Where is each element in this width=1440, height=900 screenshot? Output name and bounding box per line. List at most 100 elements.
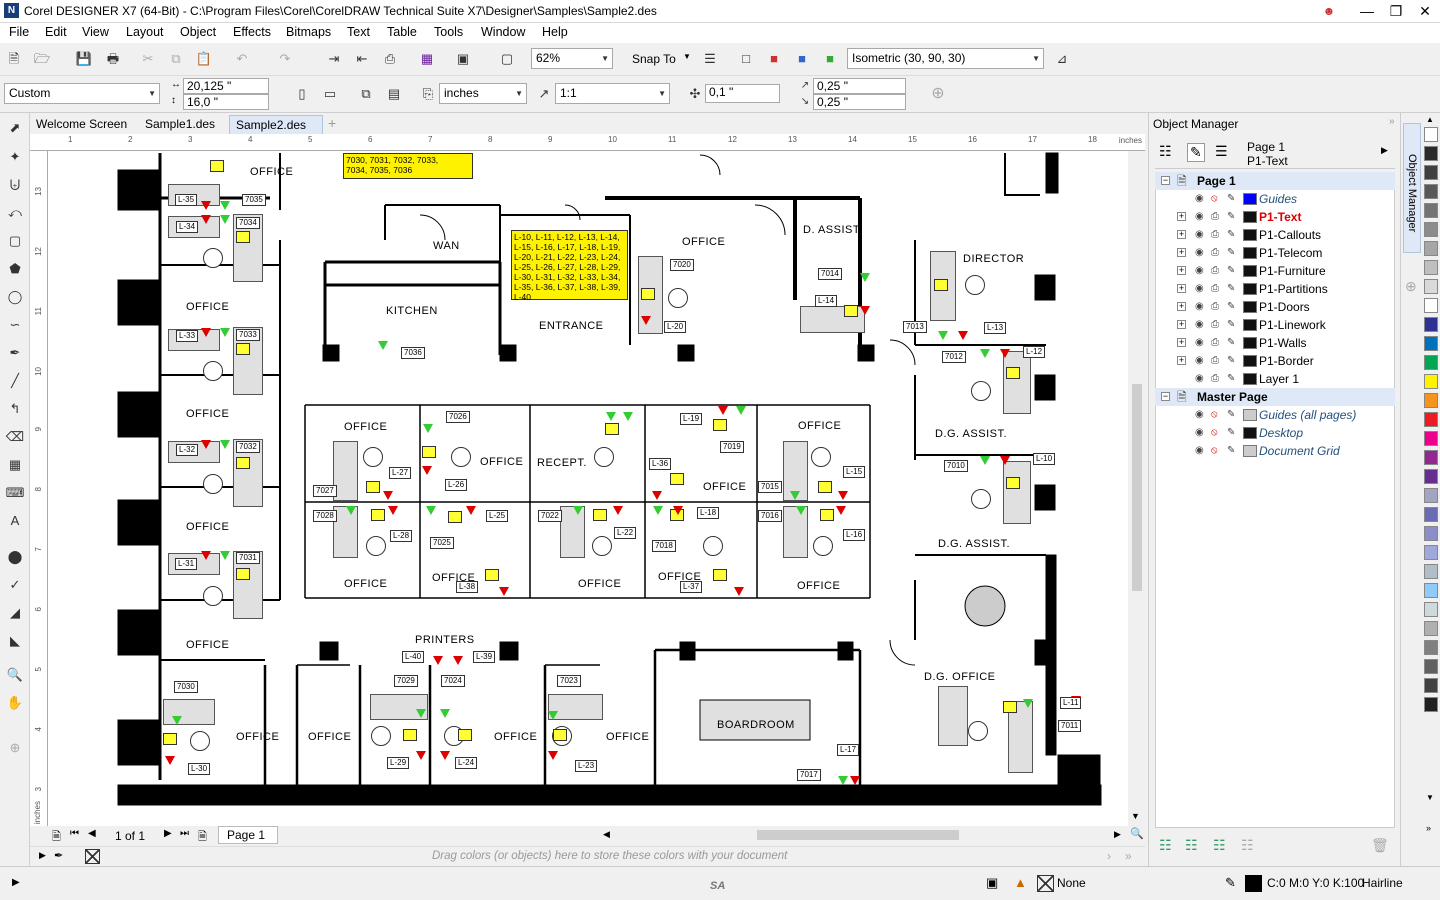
expand-icon[interactable]: +: [1177, 266, 1186, 275]
tab-welcome-screen[interactable]: Welcome Screen: [30, 115, 138, 134]
print-toggle-icon[interactable]: ⦸: [1211, 190, 1218, 208]
callout-tag[interactable]: L-13: [984, 322, 1007, 334]
snap-to-arrow-icon[interactable]: ▼: [683, 52, 691, 61]
redo-icon[interactable]: ↷: [275, 49, 295, 69]
callout-tag[interactable]: L-26: [445, 479, 468, 491]
callout-tag[interactable]: L-31: [175, 558, 198, 570]
expand-icon[interactable]: +: [1177, 338, 1186, 347]
callout-tag[interactable]: 7036: [401, 347, 425, 359]
print-toggle-icon[interactable]: ⦸: [1211, 406, 1218, 424]
color-swatch[interactable]: [1424, 640, 1438, 655]
callout-tag[interactable]: L-20: [664, 321, 687, 333]
layer-row[interactable]: ◉ ⦸ ✎ Guides: [1155, 190, 1395, 208]
edit-toggle-icon[interactable]: ✎: [1227, 424, 1235, 442]
room-label[interactable]: OFFICE: [250, 166, 293, 178]
room-label[interactable]: OFFICE: [703, 481, 746, 493]
layer-manager-view-icon[interactable]: ☰: [1215, 143, 1228, 160]
callout-tag[interactable]: 7023: [557, 675, 581, 687]
page-height-input[interactable]: 16,0 ": [183, 94, 269, 110]
add-page-after-icon[interactable]: 🗎: [198, 828, 207, 847]
color-swatch[interactable]: [1424, 469, 1438, 484]
snap-to-dropdown[interactable]: Snap To: [632, 52, 676, 66]
visibility-eye-icon[interactable]: ◉: [1195, 424, 1204, 442]
layer-color-swatch[interactable]: [1243, 193, 1257, 205]
note-box[interactable]: 7030, 7031, 7032, 7033, 7034, 7035, 7036: [343, 153, 473, 179]
room-label[interactable]: OFFICE: [186, 639, 229, 651]
layer-color-swatch[interactable]: [1243, 283, 1257, 295]
scroll-down-icon[interactable]: ▼: [1131, 811, 1140, 821]
menu-edit[interactable]: Edit: [45, 25, 67, 39]
visibility-eye-icon[interactable]: ◉: [1195, 406, 1204, 424]
visibility-eye-icon[interactable]: ◉: [1195, 190, 1204, 208]
new-master-layer-icon[interactable]: ☷: [1185, 837, 1198, 854]
layer-color-swatch[interactable]: [1243, 301, 1257, 313]
visibility-eye-icon[interactable]: ◉: [1195, 442, 1204, 460]
table-tool-icon[interactable]: ▦: [5, 455, 25, 475]
cube-green-icon[interactable]: ■: [820, 49, 840, 69]
horizontal-scroll-thumb[interactable]: [757, 830, 959, 840]
export-icon[interactable]: ⇤: [352, 49, 372, 69]
edit-toggle-icon[interactable]: ✎: [1227, 208, 1235, 226]
layer-row[interactable]: + ◉ ⎙ ✎ P1-Telecom: [1155, 244, 1395, 262]
room-label[interactable]: WAN: [433, 240, 460, 252]
color-swatch[interactable]: [1424, 127, 1438, 142]
pick-tool-icon[interactable]: ⬈: [5, 118, 25, 138]
expand-icon[interactable]: +: [1177, 320, 1186, 329]
print-toggle-icon[interactable]: ⎙: [1211, 352, 1219, 370]
menu-object[interactable]: Object: [180, 25, 216, 39]
outline-pen-icon[interactable]: ✎: [1225, 875, 1236, 891]
color-swatch[interactable]: [1424, 526, 1438, 541]
layer-row[interactable]: + ◉ ⎙ ✎ P1-Text: [1155, 208, 1395, 226]
eyedropper-icon[interactable]: ✒: [54, 849, 63, 862]
callout-tag[interactable]: L-11: [1060, 697, 1082, 709]
copy-icon[interactable]: ⧉: [166, 49, 186, 69]
callout-tag[interactable]: 7012: [942, 351, 966, 363]
outline-color-swatch[interactable]: [1245, 875, 1262, 892]
rectangle-tool-icon[interactable]: ▢: [5, 231, 25, 251]
print-toggle-icon[interactable]: ⎙: [1211, 298, 1219, 316]
room-label[interactable]: D.G. OFFICE: [924, 671, 996, 683]
callout-tag[interactable]: L-34: [176, 221, 199, 233]
text-tool-icon[interactable]: A: [5, 511, 25, 531]
callout-tag[interactable]: 7017: [797, 769, 821, 781]
edit-toggle-icon[interactable]: ✎: [1227, 262, 1235, 280]
callout-tag[interactable]: L-37: [680, 581, 703, 593]
landscape-icon[interactable]: ▭: [320, 84, 340, 104]
callout-tag[interactable]: L-23: [575, 760, 598, 772]
room-label[interactable]: OFFICE: [186, 301, 229, 313]
ellipse-tool-icon[interactable]: ◯: [5, 287, 25, 307]
full-screen-icon[interactable]: ▢: [497, 49, 517, 69]
room-label[interactable]: RECEPT.: [537, 457, 587, 469]
visibility-eye-icon[interactable]: ◉: [1195, 370, 1204, 388]
edit-toggle-icon[interactable]: ✎: [1227, 244, 1235, 262]
cube-red-icon[interactable]: ■: [764, 49, 784, 69]
color-swatch[interactable]: [1424, 697, 1438, 712]
duplicate-y-input[interactable]: 0,25 ": [813, 94, 906, 110]
app-launcher-icon[interactable]: ▦: [417, 49, 437, 69]
color-swatch[interactable]: [1424, 336, 1438, 351]
edit-toggle-icon[interactable]: ✎: [1227, 370, 1235, 388]
visibility-eye-icon[interactable]: ◉: [1195, 280, 1204, 298]
color-swatch[interactable]: [1424, 222, 1438, 237]
print-toggle-icon[interactable]: ⦸: [1211, 424, 1218, 442]
callout-tag[interactable]: L-12: [1023, 346, 1046, 358]
hand-tool-icon[interactable]: ✋: [5, 693, 25, 713]
layer-row[interactable]: + ◉ ⎙ ✎ P1-Linework: [1155, 316, 1395, 334]
visibility-eye-icon[interactable]: ◉: [1195, 352, 1204, 370]
print-toggle-icon[interactable]: ⎙: [1211, 316, 1219, 334]
room-label[interactable]: OFFICE: [186, 408, 229, 420]
callout-tag[interactable]: 7011: [1058, 720, 1082, 732]
print-toggle-icon[interactable]: ⦸: [1211, 442, 1218, 460]
horizontal-ruler[interactable]: inches 1 2 3 4 5 6 7 8 9 10 11 12 13 14 15 16 17 18: [50, 134, 1145, 151]
docker-collapse-icon[interactable]: »: [1389, 116, 1395, 127]
callout-tag[interactable]: 7028: [313, 510, 337, 522]
layer-row[interactable]: + ◉ ⎙ ✎ P1-Walls: [1155, 334, 1395, 352]
callout-tag[interactable]: L-17: [837, 744, 860, 756]
layer-row[interactable]: + ◉ ⎙ ✎ P1-Callouts: [1155, 226, 1395, 244]
master-page-node[interactable]: − 🗎 Master Page: [1155, 388, 1395, 406]
room-label[interactable]: OFFICE: [186, 521, 229, 533]
expand-icon[interactable]: +: [1177, 212, 1186, 221]
undo-icon[interactable]: ↶: [232, 49, 252, 69]
print-toggle-icon[interactable]: ⎙: [1211, 370, 1219, 388]
menu-file[interactable]: File: [9, 25, 29, 39]
